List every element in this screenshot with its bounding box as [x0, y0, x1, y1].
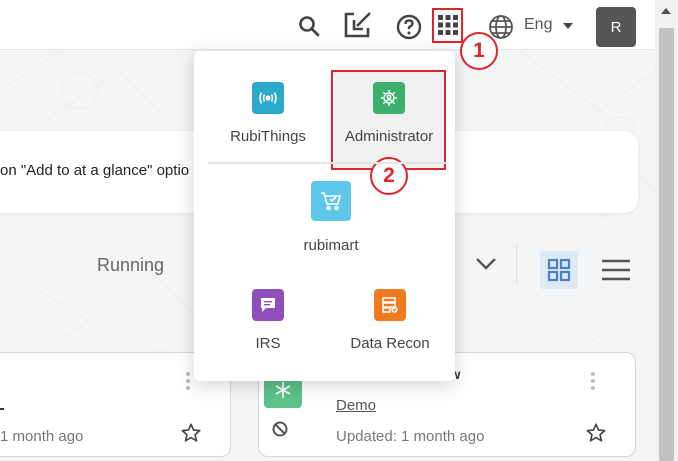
- app-label: IRS: [255, 335, 281, 352]
- card-updated-text: 1 month ago: [0, 428, 84, 445]
- language-label[interactable]: Eng: [524, 16, 552, 34]
- notice-text: on "Add to at a glance" optio: [0, 162, 190, 179]
- block-icon: [271, 420, 289, 443]
- apps-grid-highlight: [432, 8, 463, 43]
- scroll-up-arrow-icon[interactable]: [661, 8, 671, 14]
- caret-down-icon[interactable]: [563, 23, 573, 29]
- star-icon[interactable]: [585, 422, 607, 449]
- chevron-down-icon[interactable]: [475, 256, 497, 277]
- broadcast-icon: [252, 82, 284, 114]
- data-check-icon: [374, 289, 406, 321]
- app-tile-rubithings[interactable]: RubiThings: [218, 82, 318, 145]
- app-tile-data-recon[interactable]: Data Recon: [340, 289, 440, 352]
- app-tile-irs[interactable]: IRS: [218, 289, 318, 352]
- star-icon[interactable]: [180, 422, 202, 449]
- chat-icon: [252, 289, 284, 321]
- administrator-highlight: [331, 70, 446, 170]
- status-filter-label[interactable]: Running: [97, 255, 164, 276]
- import-icon[interactable]: [342, 10, 374, 40]
- grid-view-button[interactable]: [540, 251, 578, 289]
- cart-icon: [311, 181, 351, 221]
- kebab-menu-icon[interactable]: [591, 372, 595, 390]
- help-icon[interactable]: [395, 13, 422, 40]
- app-tile-rubimart[interactable]: rubimart: [281, 181, 381, 254]
- kebab-menu-icon[interactable]: [186, 372, 190, 390]
- card-link[interactable]: Demo: [336, 397, 376, 414]
- globe-icon[interactable]: [487, 13, 515, 41]
- card-dash: [0, 408, 4, 410]
- search-icon[interactable]: [296, 13, 322, 39]
- scroll-thumb[interactable]: [659, 28, 674, 461]
- app-label: rubimart: [303, 237, 359, 254]
- list-view-icon[interactable]: [600, 258, 632, 287]
- app-label: Data Recon: [350, 335, 430, 352]
- card-updated-text: Updated: 1 month ago: [336, 428, 485, 445]
- menu-divider: [208, 162, 448, 164]
- grid-view-icon: [547, 258, 571, 282]
- avatar[interactable]: R: [596, 7, 636, 47]
- top-bar: [0, 0, 655, 50]
- toolbar-divider: [516, 244, 517, 284]
- app-label: RubiThings: [230, 128, 306, 145]
- scrollbar[interactable]: [655, 0, 678, 461]
